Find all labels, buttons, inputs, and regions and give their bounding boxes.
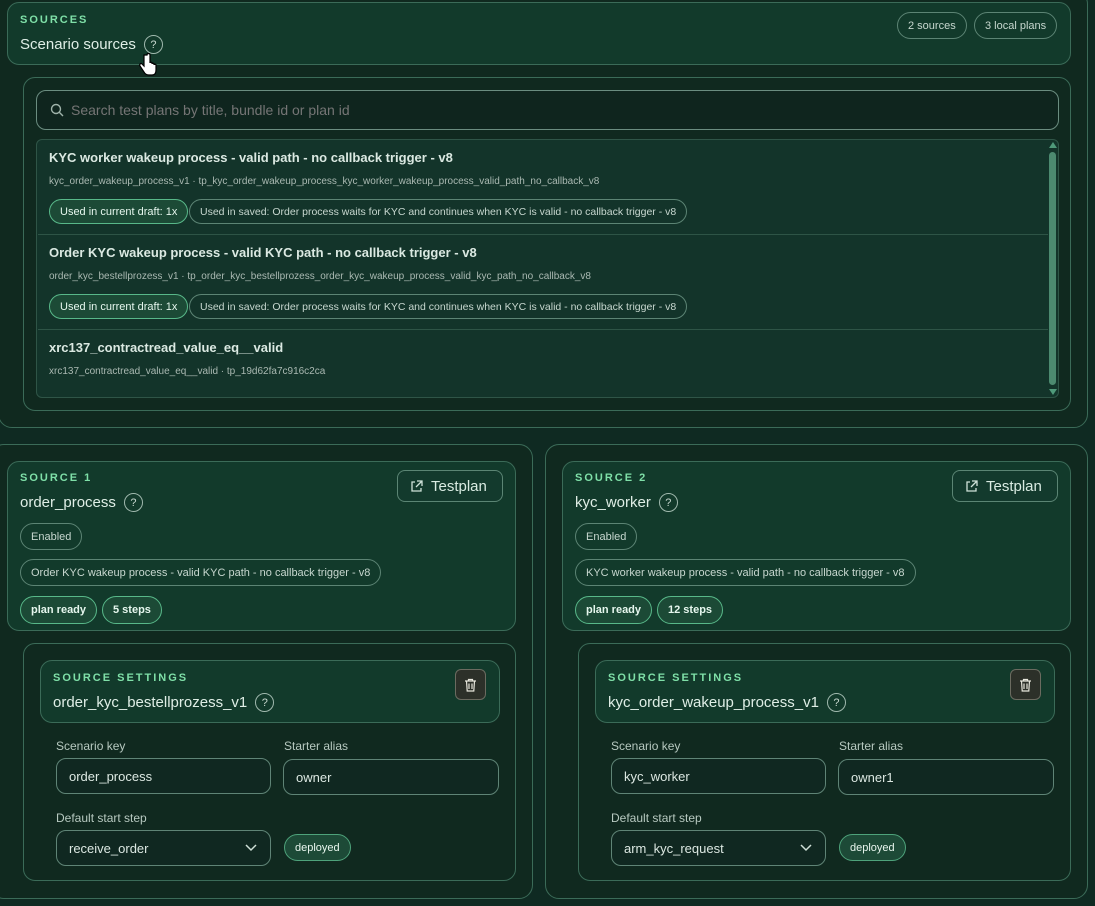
source-name: kyc_worker xyxy=(575,494,651,511)
starter-alias-input[interactable]: owner xyxy=(283,759,499,795)
draft-usage-badge: Used in current draft: 1x xyxy=(49,294,189,319)
scenario-key-label: Scenario key xyxy=(611,739,681,753)
sources-header: SOURCES Scenario sources ? 2 sources 3 l… xyxy=(7,2,1071,65)
help-icon[interactable]: ? xyxy=(826,693,846,712)
plan-subtitle: kyc_order_wakeup_process_v1 · tp_kyc_ord… xyxy=(49,176,600,187)
trash-icon xyxy=(1020,678,1031,692)
plan-name-badge: Order KYC wakeup process - valid KYC pat… xyxy=(20,559,382,586)
start-step-label: Default start step xyxy=(611,811,702,825)
draft-usage-badge: Used in current draft: 1x xyxy=(49,199,189,224)
settings-title-text: order_kyc_bestellprozess_v1 xyxy=(53,694,248,711)
starter-alias-input[interactable]: owner1 xyxy=(838,759,1054,795)
plan-subtitle: order_kyc_bestellprozess_v1 · tp_order_k… xyxy=(49,271,591,282)
settings-title-text: kyc_order_wakeup_process_v1 xyxy=(608,694,819,711)
start-step-value: arm_kyc_request xyxy=(624,840,724,856)
scroll-up-arrow[interactable] xyxy=(1049,142,1057,148)
settings-eyebrow: SOURCE SETTINGS xyxy=(608,672,744,684)
search-input[interactable] xyxy=(71,91,1041,129)
enabled-badge[interactable]: Enabled xyxy=(20,523,83,550)
open-testplan-button[interactable]: Testplan xyxy=(397,470,503,502)
plan-row[interactable]: Order KYC wakeup process - valid KYC pat… xyxy=(38,235,1048,330)
source-card-1: SOURCE 1 order_process ? Testplan Enable… xyxy=(7,461,516,631)
saved-usage-badge: Used in saved: Order process waits for K… xyxy=(189,199,688,224)
chevron-down-icon xyxy=(245,844,257,852)
steps-badge: 5 steps xyxy=(102,596,162,624)
scenario-key-input[interactable]: order_process xyxy=(56,758,271,794)
start-step-label: Default start step xyxy=(56,811,147,825)
source-settings-panel-2: SOURCE SETTINGS kyc_order_wakeup_process… xyxy=(578,643,1071,881)
testplan-label: Testplan xyxy=(986,477,1042,495)
search-icon xyxy=(50,103,64,117)
testplan-label: Testplan xyxy=(431,477,487,495)
scroll-down-arrow[interactable] xyxy=(1049,389,1057,395)
sources-eyebrow: SOURCES xyxy=(20,14,89,26)
start-step-value: receive_order xyxy=(69,840,149,856)
starter-alias-label: Starter alias xyxy=(284,739,349,753)
plan-picker: KYC worker wakeup process - valid path -… xyxy=(23,77,1071,411)
help-icon[interactable]: ? xyxy=(123,493,143,512)
external-link-icon xyxy=(966,479,978,492)
plan-list: KYC worker wakeup process - valid path -… xyxy=(36,139,1059,398)
open-testplan-button[interactable]: Testplan xyxy=(952,470,1058,502)
steps-badge: 12 steps xyxy=(657,596,724,624)
settings-header: SOURCE SETTINGS order_kyc_bestellprozess… xyxy=(40,660,500,723)
deploy-state-badge: deployed xyxy=(284,834,351,861)
local-plans-badge: 3 local plans xyxy=(974,12,1058,39)
scrollbar-thumb[interactable] xyxy=(1049,152,1056,385)
delete-source-button[interactable] xyxy=(1010,669,1041,700)
start-step-select[interactable]: arm_kyc_request xyxy=(611,830,826,866)
settings-title: kyc_order_wakeup_process_v1 ? xyxy=(608,693,846,712)
settings-eyebrow: SOURCE SETTINGS xyxy=(53,672,189,684)
hand-cursor-icon xyxy=(139,53,157,76)
starter-alias-label: Starter alias xyxy=(839,739,904,753)
sources-title: Scenario sources ? xyxy=(20,35,163,54)
plan-status-badge: plan ready xyxy=(575,596,653,624)
start-step-select[interactable]: receive_order xyxy=(56,830,271,866)
source-eyebrow: SOURCE 2 xyxy=(575,472,648,484)
plan-row[interactable]: KYC worker wakeup process - valid path -… xyxy=(38,140,1048,235)
deploy-state-badge: deployed xyxy=(839,834,906,861)
saved-usage-badge: Used in saved: Order process waits for K… xyxy=(189,294,688,319)
plan-name-badge: KYC worker wakeup process - valid path -… xyxy=(575,559,916,586)
chevron-down-icon xyxy=(800,844,812,852)
plan-row[interactable]: xrc137_contractread_value_eq__valid xrc1… xyxy=(38,330,1048,397)
search-field[interactable] xyxy=(36,90,1059,130)
scenario-key-label: Scenario key xyxy=(56,739,126,753)
delete-source-button[interactable] xyxy=(455,669,486,700)
external-link-icon xyxy=(411,479,423,492)
plan-subtitle: xrc137_contractread_value_eq__valid · tp… xyxy=(49,366,326,377)
source-name: order_process xyxy=(20,494,116,511)
plan-title: KYC worker wakeup process - valid path -… xyxy=(49,150,453,165)
settings-title: order_kyc_bestellprozess_v1 ? xyxy=(53,693,275,712)
sources-title-text: Scenario sources xyxy=(20,36,136,53)
help-icon[interactable]: ? xyxy=(143,35,163,54)
plan-title: Order KYC wakeup process - valid KYC pat… xyxy=(49,245,477,260)
settings-header: SOURCE SETTINGS kyc_order_wakeup_process… xyxy=(595,660,1055,723)
scenario-key-input[interactable]: kyc_worker xyxy=(611,758,826,794)
source-settings-panel-1: SOURCE SETTINGS order_kyc_bestellprozess… xyxy=(23,643,516,881)
sources-count-badge: 2 sources xyxy=(897,12,967,39)
plan-title: xrc137_contractread_value_eq__valid xyxy=(49,340,284,355)
source-title: kyc_worker ? xyxy=(575,493,678,512)
source-title: order_process ? xyxy=(20,493,143,512)
trash-icon xyxy=(465,678,476,692)
help-icon[interactable]: ? xyxy=(658,493,678,512)
source-card-2: SOURCE 2 kyc_worker ? Testplan Enabled K… xyxy=(562,461,1071,631)
enabled-badge[interactable]: Enabled xyxy=(575,523,638,550)
help-icon[interactable]: ? xyxy=(255,693,275,712)
plan-status-badge: plan ready xyxy=(20,596,98,624)
plan-list-scrollbar[interactable] xyxy=(1048,140,1058,397)
source-eyebrow: SOURCE 1 xyxy=(20,472,93,484)
